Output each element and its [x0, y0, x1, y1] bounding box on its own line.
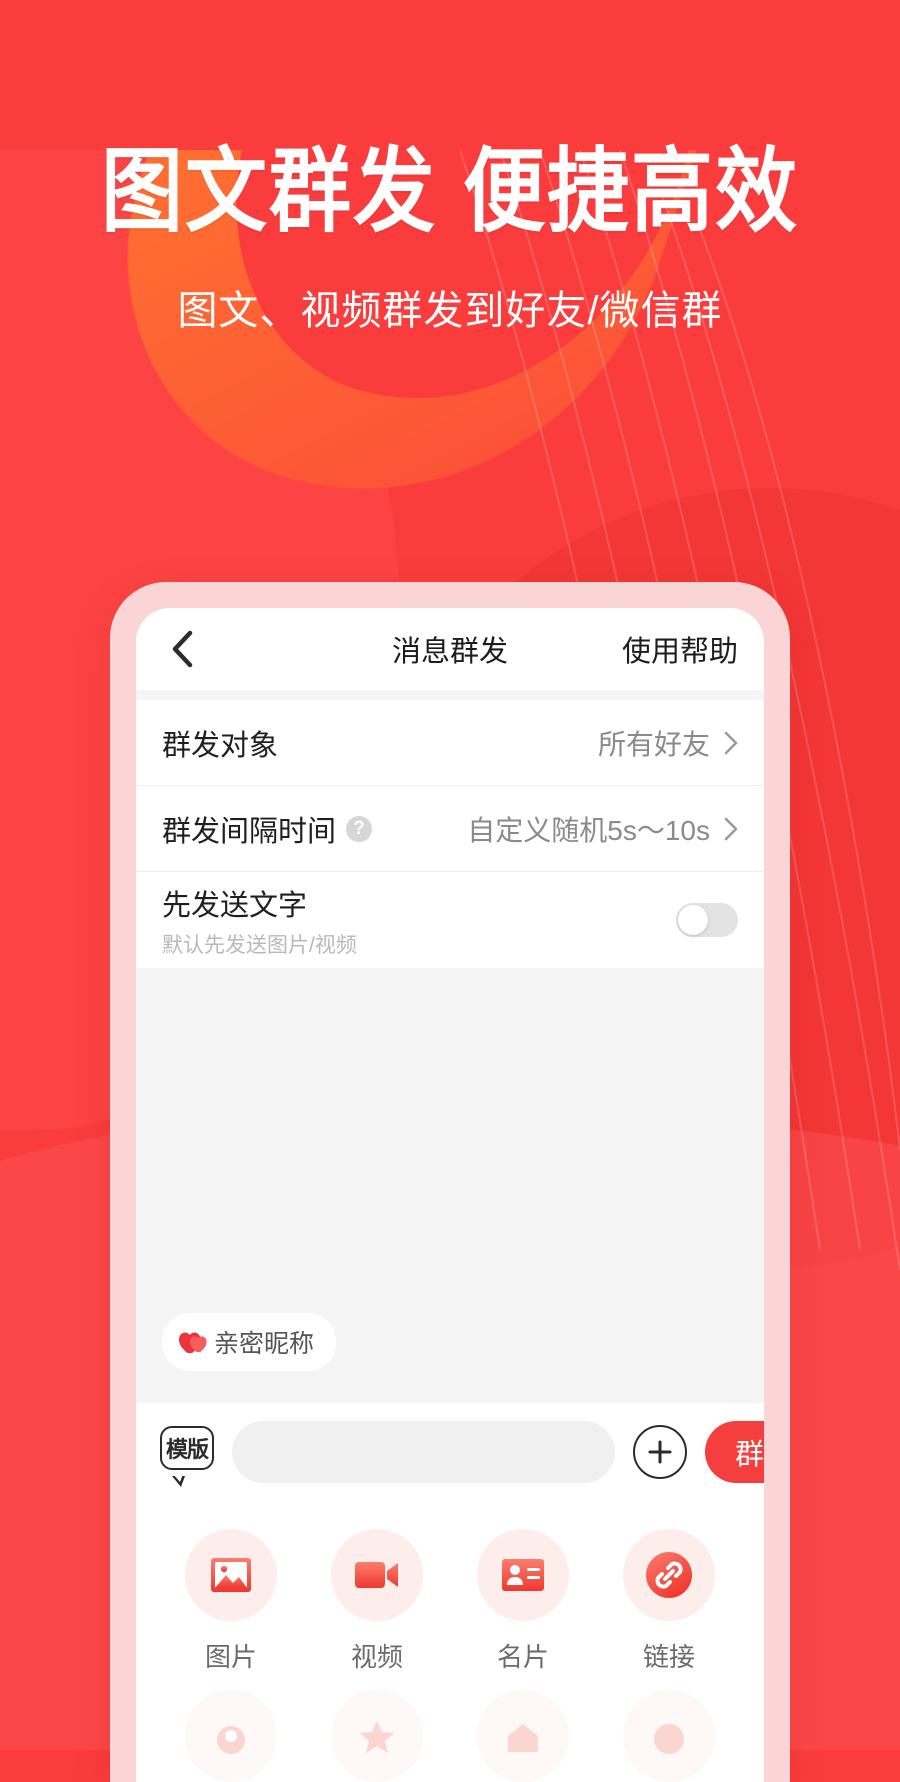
app-navbar: 消息群发 使用帮助: [136, 608, 764, 690]
location-icon: [185, 1690, 277, 1782]
chip-intimate-nickname[interactable]: 亲密昵称: [162, 1313, 337, 1371]
attachment-row-2: [158, 1690, 742, 1782]
row-left: 群发间隔时间 ?: [162, 808, 467, 850]
hero-title: 图文群发 便捷高效: [0, 144, 900, 241]
attachment-link[interactable]: 链接: [596, 1529, 742, 1674]
attachment-label: 名片: [496, 1642, 549, 1672]
phone-screen: 消息群发 使用帮助 群发对象 所有好友 群发间隔时间 ? 自定义随机5s～10s…: [136, 608, 764, 1782]
row-send-text-first[interactable]: 先发送文字 默认先发送图片/视频: [136, 872, 764, 968]
image-icon: [185, 1529, 277, 1621]
navbar-divider: [136, 690, 764, 700]
help-circle-icon[interactable]: ?: [346, 815, 373, 842]
attachment-location[interactable]: [158, 1690, 304, 1782]
message-canvas: 亲密昵称: [136, 968, 764, 1403]
help-link[interactable]: 使用帮助: [622, 628, 738, 670]
phone-mockup: 消息群发 使用帮助 群发对象 所有好友 群发间隔时间 ? 自定义随机5s～10s…: [110, 582, 790, 1782]
link-icon: [623, 1529, 715, 1621]
row-value: 自定义随机5s～10s: [467, 814, 710, 846]
attachment-label: 视频: [350, 1642, 403, 1672]
row-right: 自定义随机5s～10s: [467, 809, 738, 849]
row-broadcast-interval[interactable]: 群发间隔时间 ? 自定义随机5s～10s: [136, 786, 764, 872]
gift-icon: [477, 1690, 569, 1782]
star-icon: [331, 1690, 423, 1782]
row-left: 先发送文字 默认先发送图片/视频: [162, 882, 676, 959]
emoji-icon: [623, 1690, 715, 1782]
row-right: [676, 903, 738, 937]
attachment-video[interactable]: 视频: [304, 1529, 450, 1674]
row-value: 所有好友: [597, 728, 710, 760]
hero-title-part-b: 便捷高效: [463, 139, 800, 246]
message-input[interactable]: [232, 1421, 615, 1483]
row-left: 群发对象: [162, 722, 598, 764]
hero-subtitle: 图文、视频群发到好友/微信群: [177, 289, 723, 334]
row-sublabel: 默认先发送图片/视频: [162, 933, 357, 957]
hero-section: 图文群发 便捷高效 图文、视频群发到好友/微信群: [0, 144, 900, 336]
chevron-right-icon: [724, 731, 738, 754]
attachment-panel: 图片 视频 名片 链接: [136, 1501, 764, 1782]
send-broadcast-button[interactable]: 群发: [705, 1421, 764, 1483]
chip-label: 亲密昵称: [214, 1330, 315, 1358]
attachment-emoji[interactable]: [596, 1690, 742, 1782]
chevron-right-icon: [724, 817, 738, 840]
attachment-label: 图片: [204, 1642, 257, 1672]
row-broadcast-target[interactable]: 群发对象 所有好友: [136, 700, 764, 786]
attachment-star[interactable]: [304, 1690, 450, 1782]
double-heart-icon: [179, 1332, 207, 1353]
plus-icon[interactable]: [633, 1425, 687, 1479]
chip-row: 亲密昵称: [136, 1313, 764, 1385]
attachment-contact-card[interactable]: 名片: [450, 1529, 596, 1674]
row-label: 先发送文字: [162, 889, 308, 922]
speech-bubble-tail-inner: [173, 1474, 183, 1482]
attachment-label: 链接: [642, 1642, 695, 1672]
attachment-row-1: 图片 视频 名片 链接: [158, 1529, 742, 1674]
contact-card-icon: [477, 1529, 569, 1621]
settings-list: 群发对象 所有好友 群发间隔时间 ? 自定义随机5s～10s 先发送文字 默认先…: [136, 700, 764, 968]
row-text-stack: 先发送文字 默认先发送图片/视频: [162, 882, 357, 959]
toggle-knob: [678, 905, 708, 935]
template-button[interactable]: 模版: [160, 1426, 214, 1487]
row-right: 所有好友: [598, 723, 738, 763]
attachment-image[interactable]: 图片: [158, 1529, 304, 1674]
video-camera-icon: [331, 1529, 423, 1621]
composer-bar: 模版 群发: [136, 1403, 764, 1501]
attachment-gift[interactable]: [450, 1690, 596, 1782]
row-label: 群发间隔时间: [162, 815, 337, 848]
chevron-left-icon[interactable]: [162, 629, 202, 669]
template-button-label: 模版: [160, 1426, 214, 1470]
hero-title-part-a: 图文群发: [100, 139, 437, 246]
send-text-first-toggle[interactable]: [676, 903, 738, 937]
row-label: 群发对象: [162, 729, 279, 762]
